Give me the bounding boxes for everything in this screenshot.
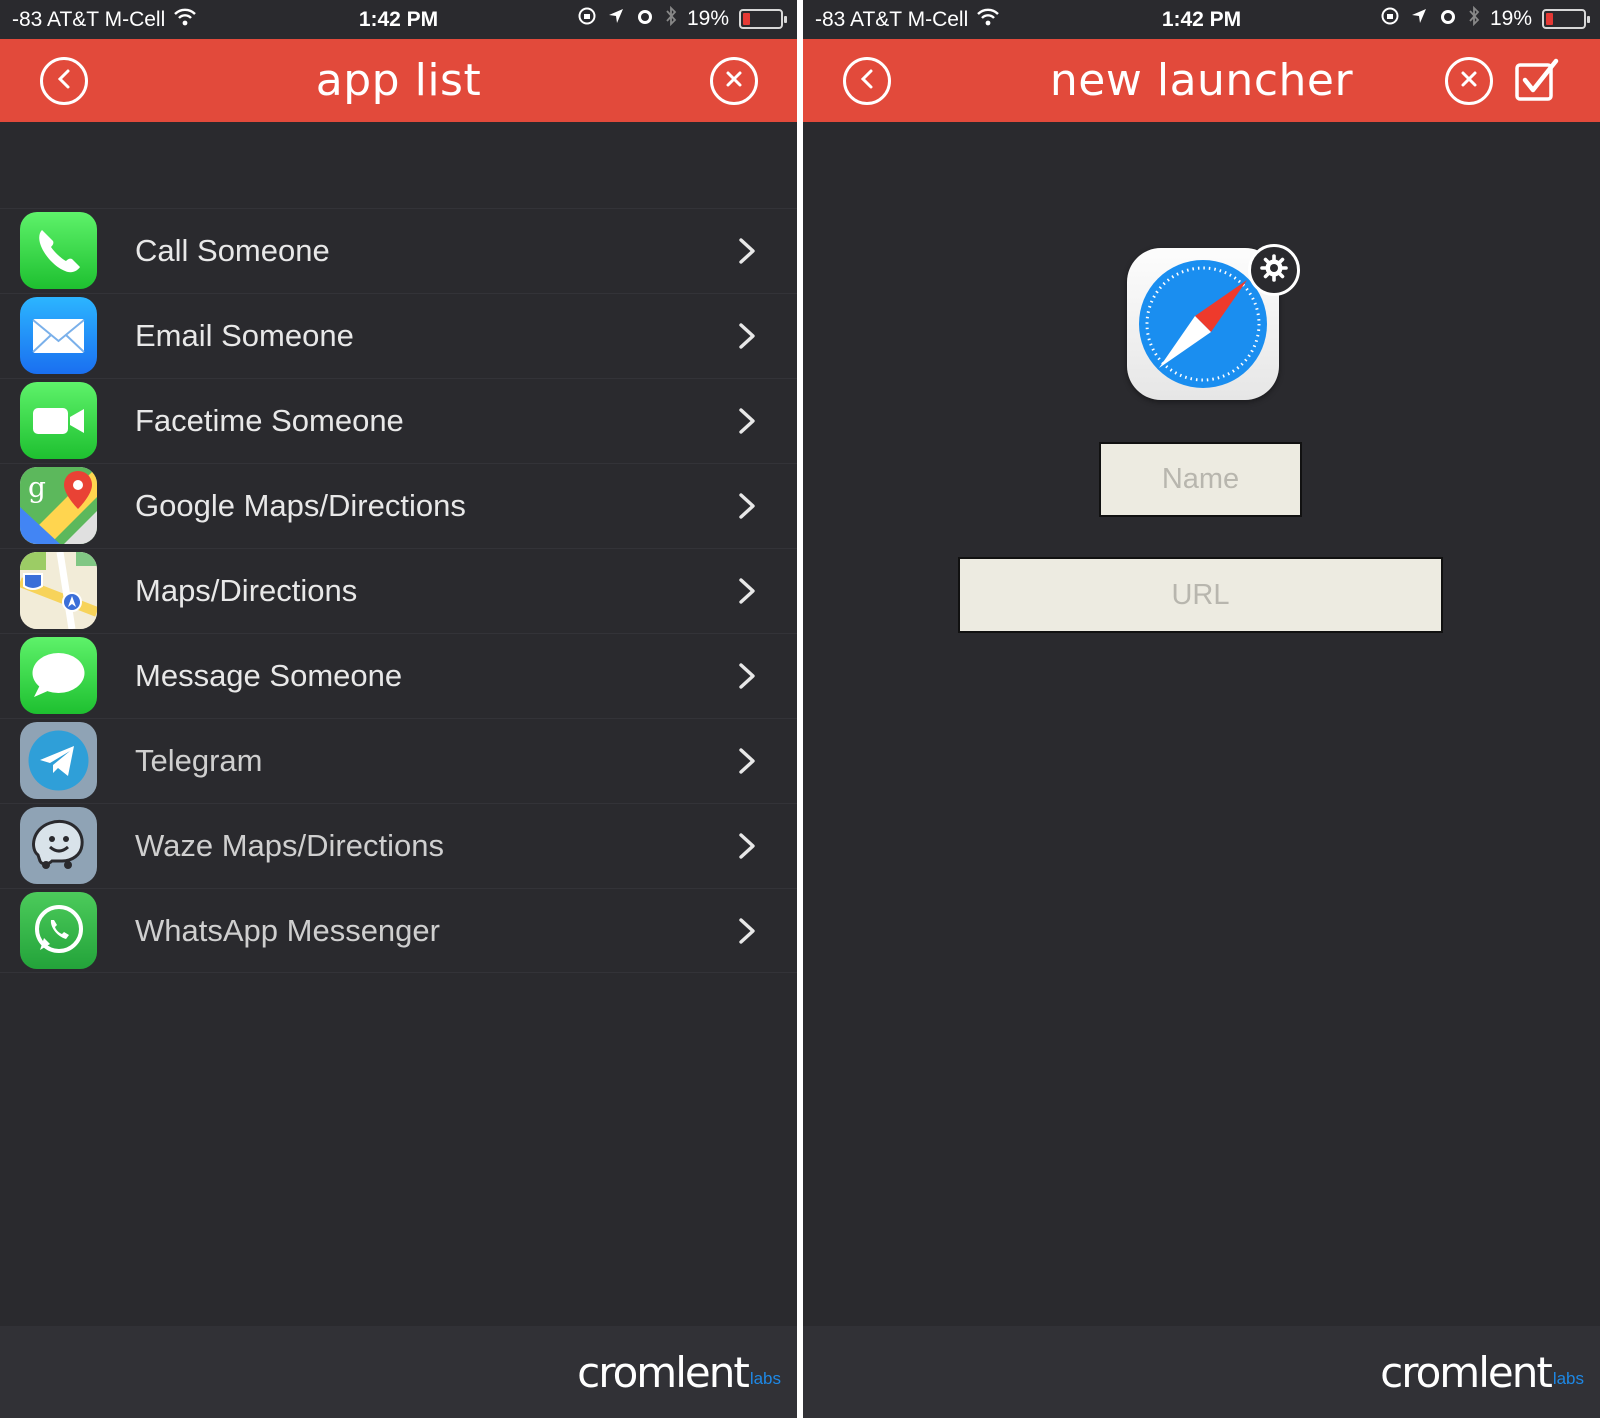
waze-icon — [20, 807, 97, 884]
list-item-email-someone[interactable]: Email Someone — [0, 293, 797, 378]
logo-suffix: labs — [749, 1369, 781, 1388]
chevron-right-icon — [733, 660, 761, 692]
list-item-message-someone[interactable]: Message Someone — [0, 633, 797, 718]
list-item-call-someone[interactable]: Call Someone — [0, 208, 797, 293]
chevron-right-icon — [733, 745, 761, 777]
list-item-maps[interactable]: Maps/Directions — [0, 548, 797, 633]
phone-icon — [20, 212, 97, 289]
chevron-right-icon — [733, 575, 761, 607]
footer: cromlent labs — [803, 1326, 1600, 1418]
footer: cromlent labs — [0, 1326, 797, 1418]
status-bar: -83 AT&T M-Cell 1:42 PM 19% — [0, 0, 797, 39]
chevron-right-icon — [733, 320, 761, 352]
telegram-icon — [20, 722, 97, 799]
alarm-icon — [635, 6, 655, 32]
maps-icon — [20, 552, 97, 629]
battery-icon — [739, 9, 787, 29]
list-item-telegram[interactable]: Telegram — [0, 718, 797, 803]
logo-text: cromlent — [577, 1348, 750, 1397]
close-icon — [1459, 69, 1479, 94]
name-input[interactable]: Name — [1099, 442, 1302, 517]
messages-icon — [20, 637, 97, 714]
list-item-label: WhatsApp Messenger — [135, 913, 440, 948]
list-item-label: Call Someone — [135, 233, 330, 268]
google-maps-icon: g — [20, 467, 97, 544]
rotation-lock-icon — [1380, 6, 1400, 32]
app-icon-picker[interactable] — [1123, 244, 1300, 404]
battery-percent: 19% — [686, 7, 729, 30]
settings-button[interactable] — [1248, 244, 1300, 296]
nav-bar: app list — [0, 39, 797, 122]
chevron-right-icon — [733, 235, 761, 267]
logo-text: cromlent — [1380, 1348, 1553, 1397]
status-bar: -83 AT&T M-Cell 1:42 PM 19% — [803, 0, 1600, 39]
whatsapp-icon — [20, 892, 97, 969]
chevron-right-icon — [733, 915, 761, 947]
app-list: Call Someone Email Someone Facetime Some… — [0, 208, 797, 973]
url-input[interactable]: URL — [958, 557, 1443, 633]
battery-icon — [1542, 9, 1590, 29]
list-item-whatsapp[interactable]: WhatsApp Messenger — [0, 888, 797, 973]
list-item-label: Maps/Directions — [135, 573, 358, 608]
checkbox-check-icon — [1514, 58, 1560, 107]
list-item-waze[interactable]: Waze Maps/Directions — [0, 803, 797, 888]
new-launcher-screen: -83 AT&T M-Cell 1:42 PM 19% new launcher — [803, 0, 1600, 1418]
battery-level — [1546, 13, 1553, 25]
brand-logo: cromlent labs — [1380, 1348, 1584, 1397]
list-item-label: Google Maps/Directions — [135, 488, 466, 523]
gear-icon — [1259, 253, 1289, 288]
brand-logo: cromlent labs — [577, 1348, 781, 1397]
location-icon — [607, 7, 625, 31]
chevron-right-icon — [733, 830, 761, 862]
close-button[interactable] — [1445, 57, 1493, 105]
list-item-google-maps[interactable]: g Google Maps/Directions — [0, 463, 797, 548]
alarm-icon — [1438, 6, 1458, 32]
close-icon — [724, 69, 744, 94]
mail-icon — [20, 297, 97, 374]
facetime-icon — [20, 382, 97, 459]
list-item-label: Facetime Someone — [135, 403, 404, 438]
chevron-right-icon — [733, 405, 761, 437]
svg-text:g: g — [28, 471, 46, 504]
list-item-label: Waze Maps/Directions — [135, 828, 444, 863]
location-icon — [1410, 7, 1428, 31]
close-button[interactable] — [710, 57, 758, 105]
battery-percent: 19% — [1489, 7, 1532, 30]
list-item-facetime-someone[interactable]: Facetime Someone — [0, 378, 797, 463]
bluetooth-icon — [1468, 5, 1480, 32]
page-title: app list — [315, 55, 482, 106]
rotation-lock-icon — [577, 6, 597, 32]
battery-level — [743, 13, 750, 25]
list-item-label: Message Someone — [135, 658, 403, 693]
bluetooth-icon — [665, 5, 677, 32]
list-item-label: Telegram — [135, 743, 263, 778]
save-button[interactable] — [1514, 57, 1560, 103]
nav-bar: new launcher — [803, 39, 1600, 122]
chevron-right-icon — [733, 490, 761, 522]
logo-suffix: labs — [1552, 1369, 1584, 1388]
app-list-screen: -83 AT&T M-Cell 1:42 PM 19% app list Cal… — [0, 0, 797, 1418]
list-item-label: Email Someone — [135, 318, 354, 353]
